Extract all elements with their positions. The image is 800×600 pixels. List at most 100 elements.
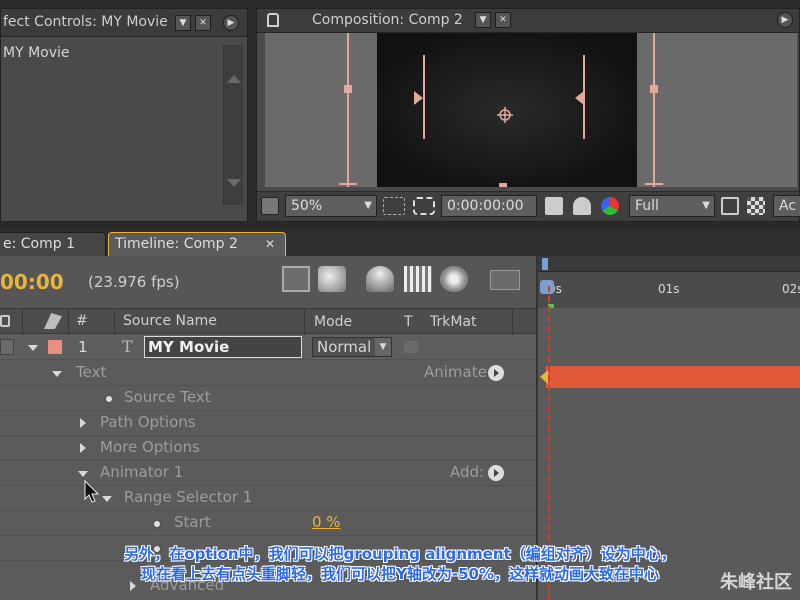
current-time-display[interactable]: 00:00 [0, 270, 64, 294]
zoom-dropdown[interactable]: 50% ▼ [285, 195, 377, 217]
always-preview-icon[interactable] [261, 197, 279, 215]
active-camera-dropdown[interactable]: Ac [773, 195, 800, 217]
layer-in-point-icon[interactable] [540, 370, 548, 384]
panel-menu-dropdown-icon[interactable]: ▼ [175, 15, 191, 31]
watermark-logo: 朱峰社区 [720, 572, 792, 593]
property-group-path-options[interactable]: Path Options [0, 411, 536, 436]
comp-mini-flowchart-icon[interactable] [282, 266, 310, 292]
column-source-name[interactable]: Source Name [123, 313, 217, 329]
effect-controls-tab-title[interactable]: fect Controls: MY Movie [3, 14, 168, 30]
guide-handle-right[interactable] [650, 85, 658, 93]
frame-blending-icon[interactable] [404, 266, 432, 292]
layer-number: 1 [78, 338, 88, 356]
scroll-up-arrow-icon[interactable] [227, 75, 241, 83]
property-group-more-options[interactable]: More Options [0, 436, 536, 461]
chevron-down-icon: ▼ [364, 200, 372, 211]
add-menu-icon[interactable] [488, 465, 504, 481]
current-time-display[interactable]: 0:00:00:00 [441, 195, 537, 217]
graph-editor-icon[interactable] [490, 270, 520, 290]
effect-controls-panel: fect Controls: MY Movie ▼ ✕ ▶ MY Movie [0, 8, 248, 222]
transparency-grid-icon[interactable] [747, 197, 765, 215]
panel-options-icon[interactable]: ▶ [223, 15, 239, 31]
scroll-down-arrow-icon[interactable] [227, 179, 241, 187]
snapshot-camera-icon[interactable] [545, 197, 563, 215]
lock-icon[interactable] [267, 13, 279, 27]
subtitle-line-1: 另外，在option中，我们可以把grouping alignment（编组对齐… [124, 545, 676, 563]
tab-timeline-comp-2[interactable]: Timeline: Comp 2 ✕ [108, 232, 286, 256]
anchor-point-crosshair-icon[interactable] [497, 107, 513, 123]
column-trkmat[interactable]: TrkMat [430, 314, 477, 330]
current-time-indicator-handle[interactable] [540, 280, 554, 294]
stopwatch-icon[interactable] [152, 519, 162, 529]
comp-timecode: 0:00:00:00 [447, 198, 524, 214]
navigator-start-handle[interactable] [542, 258, 548, 270]
column-separator [68, 309, 69, 335]
comp-panel-options-icon[interactable]: ▶ [777, 12, 793, 28]
property-source-text[interactable]: Source Text [0, 386, 536, 411]
expand-animator-icon[interactable] [78, 471, 88, 477]
show-channel-icon[interactable] [601, 197, 619, 215]
expand-layer-icon[interactable] [28, 345, 38, 351]
property-start[interactable]: Start 0 % [0, 511, 536, 536]
tab-label: Timeline: Comp 2 [115, 236, 238, 252]
column-separator [304, 309, 305, 335]
toggle-mask-icon[interactable] [413, 197, 435, 215]
property-group-range-selector[interactable]: Range Selector 1 [0, 480, 536, 511]
time-ruler[interactable]: 0s 01s 02s [538, 256, 800, 308]
blend-mode-dropdown[interactable]: Normal ▼ [312, 337, 392, 357]
column-t[interactable]: T [404, 314, 413, 330]
anchor-marker-left-icon[interactable] [414, 91, 423, 105]
column-number[interactable]: # [76, 313, 88, 329]
ruler-label: 01s [658, 282, 680, 296]
guide-line-right [653, 33, 655, 187]
layer-row[interactable]: 1 T MY Movie Normal ▼ [0, 335, 536, 360]
lock-column-icon[interactable] [0, 315, 10, 327]
preserve-transparency-toggle[interactable] [404, 341, 418, 353]
column-separator [114, 309, 115, 335]
composition-tab-title[interactable]: Composition: Comp 2 [312, 12, 463, 28]
expand-range-selector-icon[interactable] [102, 496, 112, 502]
composition-canvas[interactable] [377, 33, 637, 187]
property-group-animator[interactable]: Animator 1 Add: [0, 461, 536, 486]
expand-more-options-icon[interactable] [80, 443, 86, 453]
column-mode[interactable]: Mode [314, 314, 352, 330]
animate-menu-label: Animate: [424, 363, 492, 381]
guide-handle-left[interactable] [344, 85, 352, 93]
show-snapshot-icon[interactable] [573, 197, 591, 215]
tab-timeline-comp-1[interactable]: e: Comp 1 [0, 232, 106, 256]
property-label: Range Selector 1 [124, 488, 253, 506]
guide-line-left [347, 33, 349, 187]
comp-menu-dropdown-icon[interactable]: ▼ [475, 12, 491, 28]
guide-handle-bottom[interactable] [499, 183, 507, 187]
tab-label: e: Comp 1 [3, 236, 76, 252]
3d-draft-icon[interactable] [318, 266, 346, 292]
close-comp-icon[interactable]: ✕ [495, 12, 511, 28]
composition-viewer[interactable] [265, 33, 797, 187]
anchor-marker-right-icon[interactable] [575, 91, 584, 105]
composition-tabbar: Composition: Comp 2 ▼ ✕ ▶ [257, 9, 799, 33]
animate-menu-icon[interactable] [488, 365, 504, 381]
start-value[interactable]: 0 % [312, 513, 341, 531]
safe-zones-icon[interactable] [383, 197, 405, 215]
expand-path-options-icon[interactable] [80, 418, 86, 428]
stopwatch-icon[interactable] [104, 394, 114, 404]
effect-controls-scrollbar[interactable] [223, 45, 243, 205]
resolution-dropdown[interactable]: Full ▼ [629, 195, 715, 217]
label-column-icon[interactable] [44, 313, 62, 329]
close-tab-icon[interactable]: ✕ [265, 233, 275, 255]
layer-label-color[interactable] [48, 340, 62, 354]
time-navigator[interactable] [538, 256, 800, 272]
layer-duration-bar[interactable] [546, 366, 800, 388]
property-label: Animator 1 [100, 463, 184, 481]
hide-shy-layers-icon[interactable] [366, 266, 394, 292]
lock-toggle[interactable] [0, 339, 14, 355]
expand-text-icon[interactable] [52, 371, 62, 377]
region-of-interest-icon[interactable] [721, 197, 739, 215]
effect-controls-tabbar: fect Controls: MY Movie ▼ ✕ ▶ [1, 9, 247, 37]
close-panel-icon[interactable]: ✕ [195, 15, 211, 31]
property-label: More Options [100, 438, 200, 456]
property-group-text[interactable]: Text Animate: [0, 361, 536, 386]
motion-blur-icon[interactable] [440, 266, 468, 292]
timeline-header: 00:00 (23.976 fps) [0, 256, 536, 308]
layer-name-field[interactable]: MY Movie [144, 336, 302, 358]
